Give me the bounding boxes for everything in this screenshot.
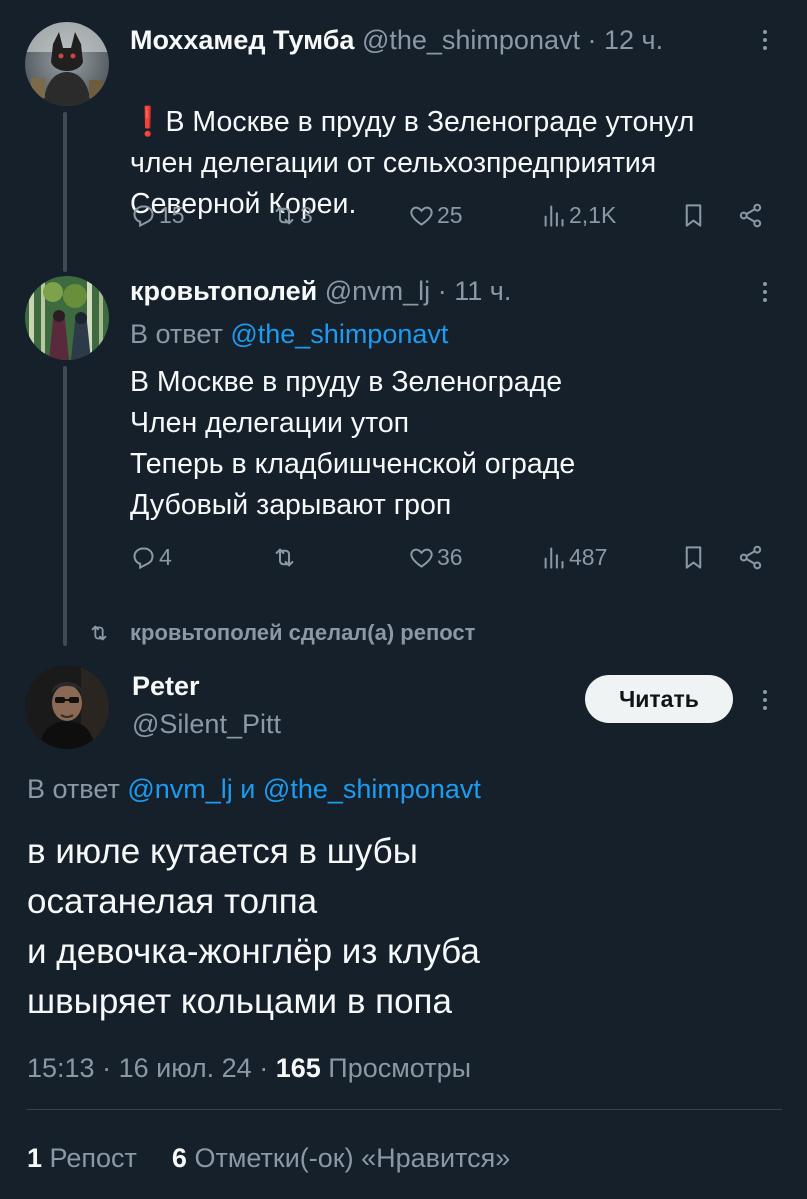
timestamp[interactable]: 12 ч. <box>604 25 663 55</box>
reply-button[interactable]: 4 <box>130 544 172 571</box>
repost-notice[interactable]: кровьтополей сделал(а) репост <box>88 620 475 646</box>
reposts-count: 1 <box>27 1143 43 1173</box>
more-options-icon[interactable] <box>753 688 777 712</box>
like-count: 25 <box>437 202 463 228</box>
views-icon <box>544 547 564 569</box>
reposts-stat[interactable]: 1 Репост <box>27 1143 137 1173</box>
follow-button[interactable]: Читать <box>585 675 733 723</box>
like-button[interactable]: 25 <box>408 202 463 229</box>
main-tweet-name: Peter <box>132 670 200 702</box>
tweet-meta: 15:13 · 16 июл. 24 · 165 Просмотры <box>27 1050 471 1086</box>
share-button[interactable] <box>737 544 766 571</box>
tweet-header: кровьтополей @nvm_lj · 11 ч. <box>130 275 511 307</box>
action-bar: 4 36 487 <box>130 544 770 576</box>
avatar[interactable] <box>25 22 109 106</box>
more-options-icon[interactable] <box>753 28 777 52</box>
reply-button[interactable]: 15 <box>130 202 185 229</box>
reply-prefix: В ответ <box>130 319 223 349</box>
likes-count: 6 <box>171 1143 187 1173</box>
reply-mention[interactable]: @the_shimponavt <box>263 774 481 804</box>
likes-label: Отметки(-ок) «Нравится» <box>194 1143 511 1173</box>
repost-count: 3 <box>300 202 313 228</box>
repost-icon <box>275 206 294 225</box>
tweet-1[interactable]: Мохxамед Тумба @the_shimponavt · 12 ч. ❗… <box>0 0 807 272</box>
reply-mention[interactable]: @the_shimponavt <box>230 319 448 349</box>
views-count: 2,1K <box>569 202 617 228</box>
bookmark-icon <box>685 546 702 569</box>
share-icon <box>739 545 762 570</box>
main-tweet-handle: @Silent_Pitt <box>132 708 281 740</box>
views-count: 487 <box>569 544 608 570</box>
display-name[interactable]: Peter <box>132 671 200 701</box>
more-options-icon[interactable] <box>753 280 777 304</box>
tweet-header: Мохxамед Тумба @the_shimponavt · 12 ч. <box>130 24 663 56</box>
views-icon <box>544 205 564 227</box>
share-icon <box>739 203 762 228</box>
repost-icon <box>275 548 294 567</box>
reply-mention[interactable]: @nvm_lj <box>127 774 232 804</box>
reply-and: и <box>240 774 256 804</box>
reply-prefix: В ответ <box>27 774 120 804</box>
engagement-stats: 1 Репост 6 Отметки(-ок) «Нравится» <box>27 1140 510 1176</box>
heart-icon <box>410 548 433 568</box>
action-bar: 15 3 25 2,1K <box>130 202 770 234</box>
separator-dot: · <box>587 25 597 55</box>
divider <box>27 1109 782 1110</box>
views-count: 165 <box>275 1053 321 1083</box>
separator-dot: · <box>437 276 447 306</box>
post-time[interactable]: 15:13 <box>27 1053 95 1083</box>
heart-icon <box>410 206 433 226</box>
handle[interactable]: @the_shimponavt <box>362 25 580 55</box>
thread-line <box>63 112 67 272</box>
exclamation-emoji: ❗ <box>130 106 166 138</box>
display-name[interactable]: кровьтополей <box>130 276 317 306</box>
views-button[interactable]: 2,1K <box>540 202 616 229</box>
reply-icon <box>133 547 154 570</box>
reply-count: 15 <box>159 202 185 228</box>
share-button[interactable] <box>737 202 766 229</box>
reply-context: В ответ @nvm_lj и @the_shimponavt <box>27 773 481 805</box>
repost-icon <box>91 625 107 641</box>
separator-dot: · <box>102 1053 112 1083</box>
bookmark-button[interactable] <box>680 544 709 571</box>
like-button[interactable]: 36 <box>408 544 463 571</box>
views-button[interactable]: 487 <box>540 544 607 571</box>
display-name[interactable]: Мохxамед Тумба <box>130 25 354 55</box>
views-label: Просмотры <box>328 1053 471 1083</box>
handle[interactable]: @Silent_Pitt <box>132 709 281 739</box>
reposts-label: Репост <box>49 1143 137 1173</box>
repost-notice-text: кровьтополей сделал(а) репост <box>130 620 476 645</box>
like-count: 36 <box>437 544 463 570</box>
likes-stat[interactable]: 6 Отметки(-ок) «Нравится» <box>172 1143 510 1173</box>
reply-icon <box>133 205 154 228</box>
tweet-text-block: ❗В Москве в пруду в Зеленограде утонул ч… <box>130 61 694 225</box>
avatar[interactable] <box>25 665 109 749</box>
separator-dot: · <box>259 1053 269 1083</box>
timestamp[interactable]: 11 ч. <box>454 276 511 306</box>
repost-button[interactable] <box>271 544 300 571</box>
reply-context: В ответ @the_shimponavt <box>130 318 448 350</box>
handle[interactable]: @nvm_lj <box>325 276 430 306</box>
tweet-2[interactable]: кровьтополей @nvm_lj · 11 ч. В ответ @th… <box>0 270 807 646</box>
bookmark-icon <box>685 204 702 227</box>
repost-button[interactable]: 3 <box>271 202 313 229</box>
thread-line <box>63 366 67 646</box>
avatar[interactable] <box>25 276 109 360</box>
post-date[interactable]: 16 июл. 24 <box>119 1053 252 1083</box>
tweet-text: в июле кутается в шубы осатанелая толпа … <box>27 832 480 1021</box>
bookmark-button[interactable] <box>680 202 709 229</box>
reply-count: 4 <box>159 544 172 570</box>
tweet-text: В Москве в пруду в Зеленограде Член деле… <box>130 366 576 521</box>
